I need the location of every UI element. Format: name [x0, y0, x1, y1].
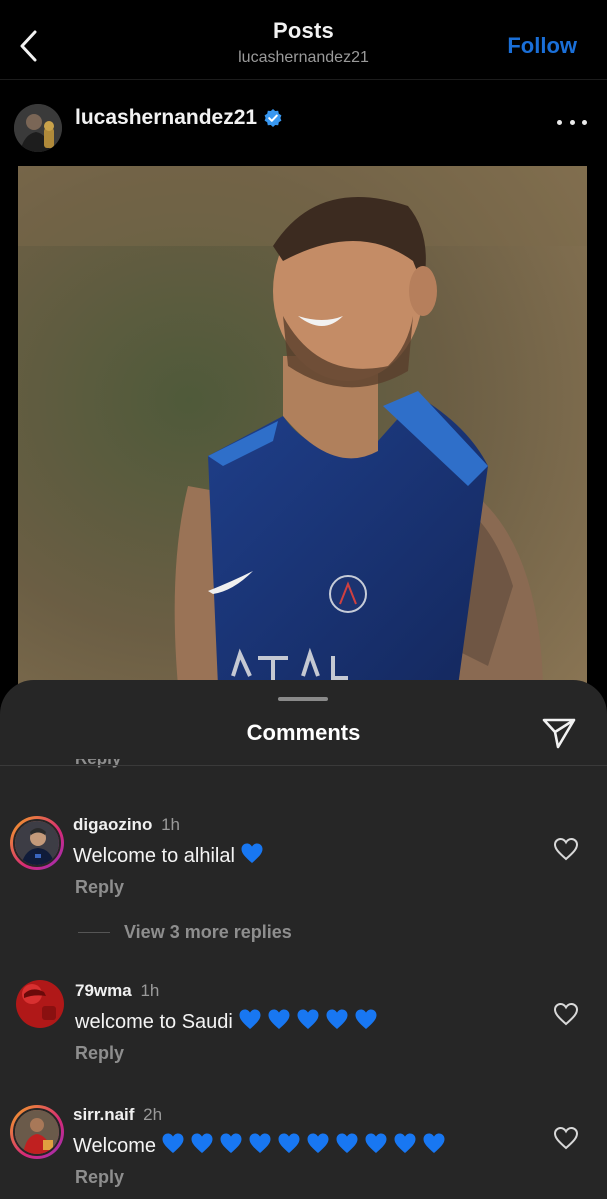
- like-comment-button[interactable]: [553, 1126, 579, 1150]
- blue-heart-emoji-row: [233, 1008, 378, 1036]
- post-username[interactable]: lucashernandez21: [75, 106, 283, 130]
- blue-heart-emoji-icon: [297, 1009, 319, 1029]
- partial-reply-link[interactable]: Reply: [75, 759, 121, 769]
- comment-time: 1h: [140, 981, 160, 1000]
- comment-body: welcome to Saudi: [75, 1010, 233, 1033]
- blue-heart-emoji-icon: [355, 1009, 377, 1029]
- comment-meta: 79wma 1h: [75, 981, 159, 1001]
- divider: [78, 932, 110, 933]
- divider: [0, 765, 607, 766]
- blue-heart-emoji-icon: [268, 1009, 290, 1029]
- like-comment-button[interactable]: [553, 1002, 579, 1026]
- top-nav-bar: Posts lucashernandez21 Follow: [0, 0, 607, 80]
- blue-heart-emoji-icon: [278, 1133, 300, 1153]
- comment-username[interactable]: digaozino: [73, 815, 152, 834]
- heart-outline-icon: [553, 837, 579, 861]
- view-more-replies-button[interactable]: View 3 more replies: [78, 922, 292, 943]
- verified-badge-icon: [264, 109, 282, 127]
- blue-heart-emoji-icon: [239, 1009, 261, 1029]
- comment-meta: sirr.naif 2h: [73, 1105, 162, 1125]
- blue-heart-emoji-icon: [307, 1133, 329, 1153]
- blue-heart-emoji-icon: [249, 1133, 271, 1153]
- comment-time: 1h: [161, 815, 180, 834]
- comment-body: Welcome: [73, 1134, 156, 1157]
- sheet-grabber-handle[interactable]: [278, 697, 328, 701]
- blue-heart-emoji-icon: [365, 1133, 387, 1153]
- paper-plane-icon: [542, 718, 576, 749]
- blue-heart-emoji-icon: [336, 1133, 358, 1153]
- dot-icon: [582, 119, 587, 125]
- post-photo[interactable]: [18, 166, 587, 686]
- like-comment-button[interactable]: [553, 837, 579, 861]
- blue-heart-emoji-icon: [162, 1133, 184, 1153]
- post-username-text: lucashernandez21: [75, 106, 258, 129]
- post-header: lucashernandez21: [0, 80, 607, 166]
- comments-title: Comments: [246, 720, 361, 745]
- blue-heart-emoji-icon: [191, 1133, 213, 1153]
- avatar[interactable]: [10, 816, 64, 870]
- blue-heart-emoji-row: [156, 1132, 446, 1160]
- comment-text: welcome to Saudi: [75, 1008, 378, 1036]
- blue-heart-emoji-icon: [220, 1133, 242, 1153]
- comment-username[interactable]: 79wma: [75, 981, 132, 1000]
- more-options-button[interactable]: [557, 112, 587, 132]
- comments-sheet: Comments Reply digaozino 1h Welcome: [0, 680, 607, 1199]
- comment-time: 2h: [143, 1105, 163, 1124]
- heart-outline-icon: [553, 1002, 579, 1026]
- blue-heart-emoji-icon: [394, 1133, 416, 1153]
- blue-heart-emoji-icon: [423, 1133, 445, 1153]
- reply-button[interactable]: Reply: [75, 1167, 124, 1188]
- comment-text: Welcome: [73, 1132, 446, 1160]
- dot-icon: [557, 119, 562, 125]
- view-more-replies-label: View 3 more replies: [124, 922, 292, 942]
- comment-body: Welcome to alhilal: [73, 844, 235, 867]
- dot-icon: [569, 119, 575, 125]
- comment-meta: digaozino 1h: [73, 815, 180, 835]
- avatar[interactable]: [14, 104, 62, 152]
- blue-heart-emoji-icon: [326, 1009, 348, 1029]
- comment-text: Welcome to alhilal: [73, 842, 264, 870]
- avatar[interactable]: [10, 1105, 64, 1159]
- blue-heart-emoji-row: [235, 842, 264, 870]
- heart-outline-icon: [553, 1126, 579, 1150]
- follow-button[interactable]: Follow: [507, 33, 577, 59]
- share-button[interactable]: [541, 716, 577, 750]
- reply-button[interactable]: Reply: [75, 877, 124, 898]
- reply-button[interactable]: Reply: [75, 1043, 124, 1064]
- comment-username[interactable]: sirr.naif: [73, 1105, 134, 1124]
- blue-heart-emoji-icon: [241, 843, 263, 863]
- avatar[interactable]: [16, 980, 64, 1028]
